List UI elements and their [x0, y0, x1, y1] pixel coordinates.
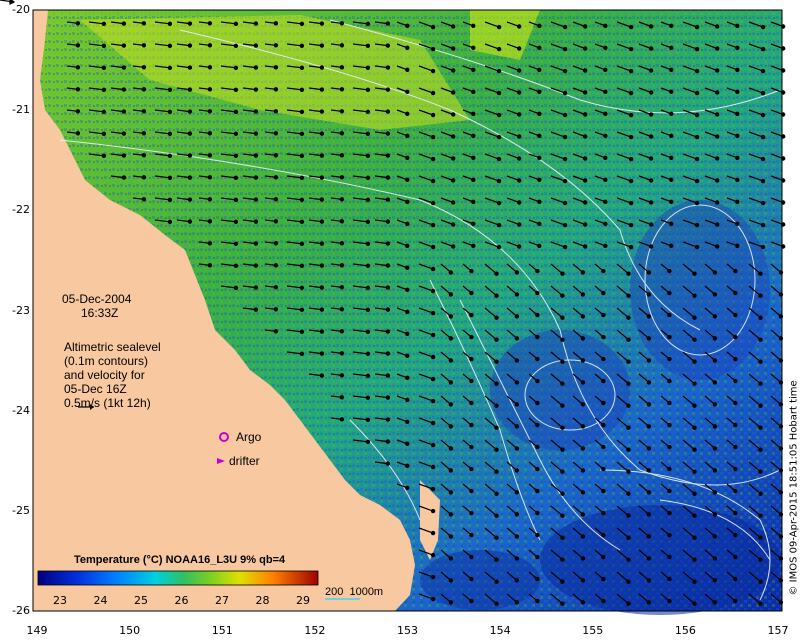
lon-tick-label: 150 — [119, 624, 141, 637]
credit-text: © IMOS 09-Apr-2015 18:51:05 Hobart time — [788, 380, 800, 596]
lat-tick-label: -21 — [12, 103, 30, 117]
lon-tick-label: 151 — [211, 624, 233, 637]
lon-tick-label: 156 — [674, 624, 696, 637]
lon-tick-label: 154 — [489, 624, 511, 637]
lon-tick-label: 149 — [26, 624, 48, 637]
map-time: 16:33Z — [81, 306, 119, 320]
drifter-label: drifter — [229, 454, 260, 468]
lat-tick-label: -22 — [12, 203, 30, 217]
argo-label: Argo — [236, 430, 262, 444]
colorbar-tick-label: 29 — [296, 594, 310, 607]
colorbar-tick-label: 26 — [174, 594, 189, 607]
lon-tick-label: 155 — [582, 624, 604, 637]
lat-tick-label: -26 — [12, 604, 30, 617]
lon-tick-label: 152 — [304, 624, 326, 637]
cool-eddy — [540, 505, 780, 615]
colorbar-title: Temperature (°C) NOAA16_L3U 9% qb=4 — [74, 554, 286, 566]
colorbar-tick-label: 27 — [215, 594, 229, 607]
lat-tick-label: -20 — [12, 3, 30, 16]
colorbar — [37, 570, 319, 586]
lat-tick-label: -24 — [12, 403, 30, 417]
lat-tick-label: -23 — [12, 303, 30, 317]
cool-eddy — [490, 330, 630, 450]
cool-eddy — [630, 200, 770, 380]
map-date: 05-Dec-2004 — [62, 292, 132, 306]
sealevel-legend: Altimetric sealevel (0.1m contours) and … — [64, 340, 161, 410]
lat-tick-label: -25 — [12, 503, 30, 517]
sst-map-figure — [0, 0, 786, 615]
colorbar-tick-label: 25 — [134, 594, 148, 607]
lon-tick-label: 157 — [767, 624, 789, 637]
colorbar-tick-label: 23 — [53, 594, 67, 607]
lon-tick-label: 153 — [397, 624, 418, 637]
depth-label: 200 1000m — [325, 586, 384, 598]
colorbar-tick-label: 24 — [93, 594, 108, 607]
colorbar-tick-label: 28 — [255, 594, 270, 607]
